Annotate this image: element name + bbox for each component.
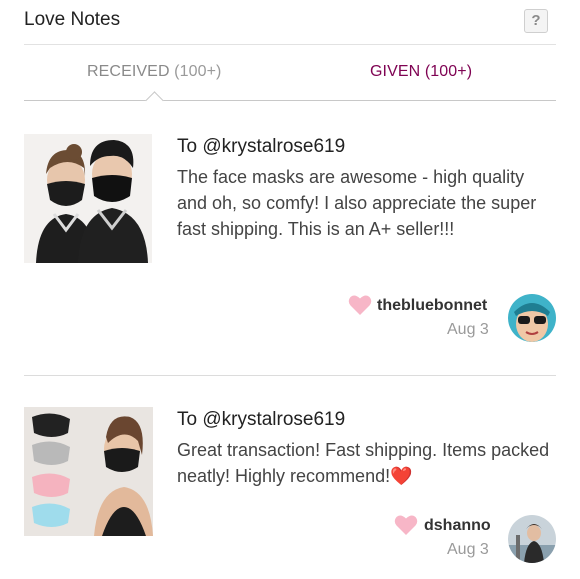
- page-title: Love Notes: [24, 9, 121, 30]
- note-recipient[interactable]: To @krystalrose619: [177, 136, 345, 158]
- tab-underline: [24, 100, 556, 101]
- note-text: Great transaction! Fast shipping. Items …: [177, 440, 550, 486]
- note-date: Aug 3: [447, 321, 489, 338]
- tab-given[interactable]: GIVEN (100+): [370, 63, 472, 81]
- tab-received[interactable]: RECEIVED (100+): [87, 63, 221, 81]
- avatar[interactable]: [508, 515, 556, 563]
- note-recipient[interactable]: To @krystalrose619: [177, 409, 345, 431]
- avatar-image: [508, 294, 556, 342]
- tab-received-count: (100+): [174, 63, 222, 80]
- heart-icon: [394, 515, 418, 535]
- listing-photo: [24, 407, 153, 536]
- note-text: The face masks are awesome - high qualit…: [177, 167, 537, 239]
- listing-photo: [24, 134, 152, 263]
- avatar-image: [508, 515, 556, 563]
- listing-image-face-masks[interactable]: [24, 134, 152, 263]
- note-author[interactable]: dshanno: [424, 517, 491, 535]
- tab-bar: RECEIVED (100+) GIVEN (100+): [24, 44, 556, 101]
- avatar[interactable]: [508, 294, 556, 342]
- tab-received-label: RECEIVED: [87, 63, 170, 80]
- note-divider: [24, 375, 556, 376]
- heart-icon: [348, 295, 372, 315]
- love-notes-header: Love Notes ?: [24, 0, 556, 45]
- help-button[interactable]: ?: [524, 9, 548, 33]
- listing-image-face-masks[interactable]: [24, 407, 153, 536]
- note-author[interactable]: thebluebonnet: [377, 297, 487, 315]
- note-date: Aug 3: [447, 541, 489, 558]
